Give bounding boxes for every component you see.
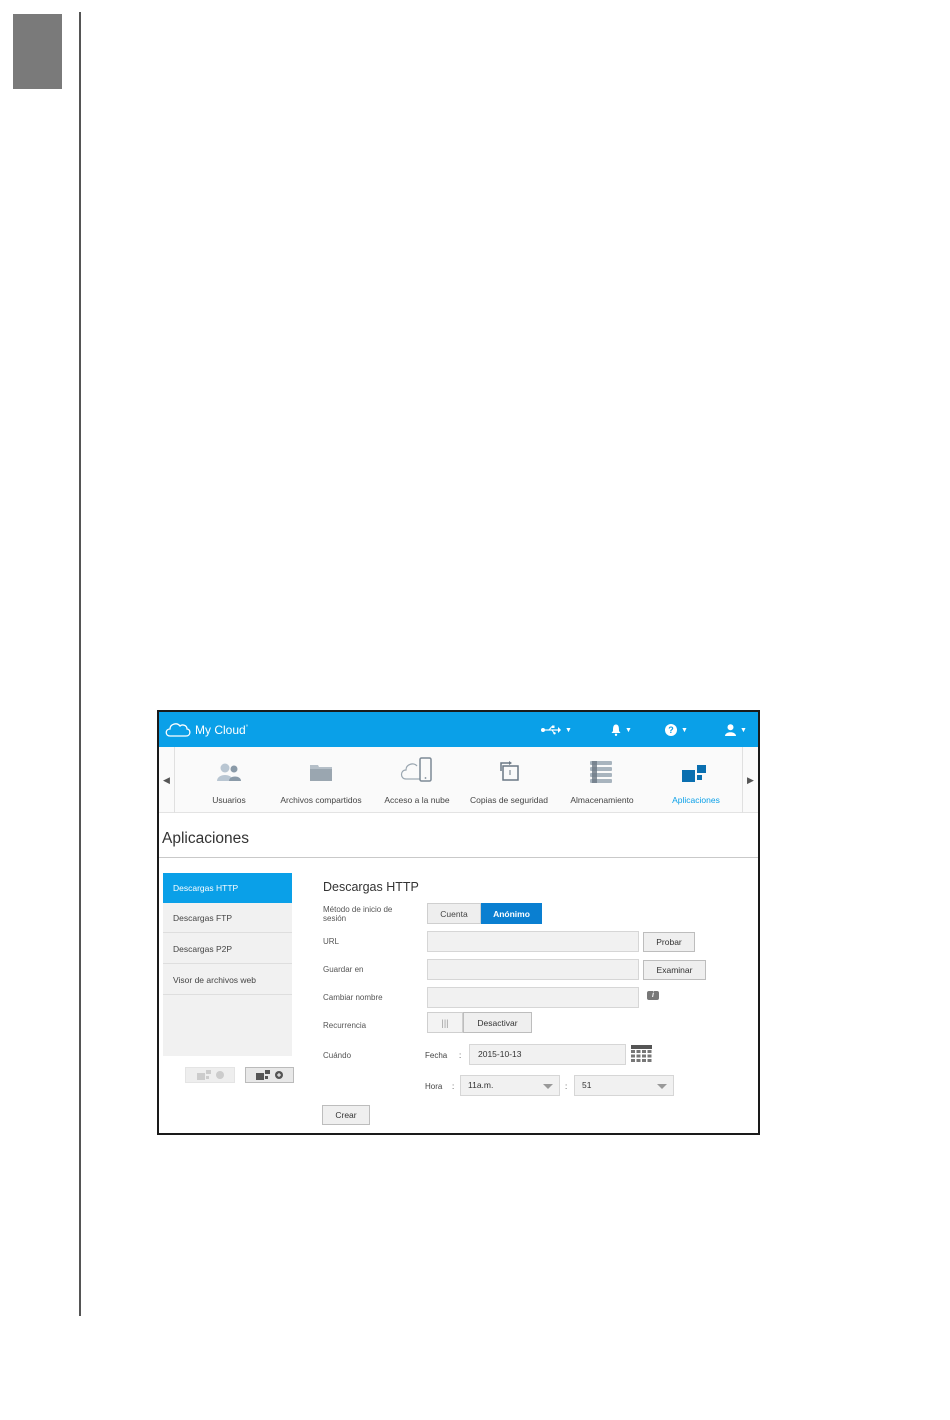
- chevron-right-icon: ▶: [747, 774, 754, 785]
- nav-item-archivos-compartidos[interactable]: Archivos compartidos: [273, 747, 369, 813]
- sidebar: Descargas HTTP Descargas FTP Descargas P…: [163, 873, 292, 1056]
- top-bar: My Cloud° ▼ ▼ ? ▼ ▼: [159, 712, 758, 747]
- user-menu[interactable]: ▼: [725, 722, 747, 738]
- nav-item-label: Archivos compartidos: [280, 795, 362, 805]
- bell-icon: [611, 724, 621, 736]
- date-colon: :: [459, 1051, 462, 1060]
- add-icon: [275, 1071, 283, 1079]
- form-title: Descargas HTTP: [323, 880, 419, 894]
- remove-app-button[interactable]: [185, 1067, 235, 1083]
- hour-select[interactable]: 11a.m.: [460, 1075, 560, 1096]
- nav-item-label: Acceso a la nube: [384, 795, 450, 805]
- chevron-down-icon: ▼: [625, 726, 632, 734]
- minute-colon: :: [565, 1082, 568, 1091]
- when-label: Cuándo: [323, 1051, 352, 1060]
- chevron-down-icon: ▼: [740, 726, 747, 734]
- info-icon[interactable]: i: [647, 991, 659, 1000]
- storage-icon: [590, 761, 612, 783]
- nav-item-almacenamiento[interactable]: Almacenamiento: [559, 747, 645, 813]
- date-input[interactable]: 2015-10-13: [469, 1044, 626, 1065]
- help-menu[interactable]: ? ▼: [665, 722, 688, 738]
- rename-input[interactable]: [427, 987, 639, 1008]
- chevron-down-icon: ▼: [681, 726, 688, 734]
- nav-item-label: Copias de seguridad: [470, 795, 548, 805]
- backup-icon: [500, 761, 519, 781]
- cloud-logo-icon: [165, 723, 191, 737]
- notifications-menu[interactable]: ▼: [611, 722, 632, 738]
- nav-scroll-right[interactable]: ▶: [742, 747, 758, 813]
- nav-scroll-left[interactable]: ◀: [159, 747, 175, 813]
- screenshot-frame: My Cloud° ▼ ▼ ? ▼ ▼ ◀ Usuarios Archivos …: [157, 710, 760, 1135]
- page-title: Aplicaciones: [162, 830, 250, 847]
- folder-icon: [310, 765, 332, 781]
- nav-item-label: Usuarios: [212, 795, 246, 805]
- brand-name[interactable]: My Cloud°: [195, 723, 248, 737]
- cloud-device-icon: [400, 757, 432, 782]
- nav-item-acceso-nube[interactable]: Acceso a la nube: [377, 747, 457, 813]
- nav-item-label: Aplicaciones: [672, 795, 720, 805]
- main-nav: ◀ Usuarios Archivos compartidos Acceso a…: [159, 747, 758, 813]
- date-label: Fecha: [425, 1051, 448, 1060]
- login-method-anonimo-option[interactable]: Anónimo: [481, 903, 542, 924]
- hour-select-value: 11a.m.: [468, 1080, 494, 1090]
- recurrence-toggle[interactable]: |||: [427, 1012, 463, 1033]
- apps-icon: [196, 1070, 211, 1080]
- create-button[interactable]: Crear: [322, 1105, 370, 1125]
- sidebar-item-descargas-http[interactable]: Descargas HTTP: [163, 873, 292, 903]
- minute-select-value: 51: [582, 1080, 592, 1090]
- apps-icon: [256, 1070, 270, 1080]
- nav-item-aplicaciones[interactable]: Aplicaciones: [655, 747, 737, 813]
- user-icon: [725, 724, 736, 736]
- save-to-input[interactable]: [427, 959, 639, 980]
- nav-item-usuarios[interactable]: Usuarios: [189, 747, 269, 813]
- sidebar-item-descargas-ftp[interactable]: Descargas FTP: [163, 903, 292, 933]
- nav-item-copias-seguridad[interactable]: Copias de seguridad: [465, 747, 553, 813]
- chevron-left-icon: ◀: [163, 774, 170, 785]
- apps-icon: [682, 765, 706, 782]
- users-icon: [217, 763, 241, 781]
- divider: [159, 857, 758, 858]
- remove-icon: [215, 1071, 224, 1079]
- minute-select[interactable]: 51: [574, 1075, 674, 1096]
- url-input[interactable]: [427, 931, 639, 952]
- browse-button[interactable]: Examinar: [643, 960, 706, 980]
- sidebar-item-descargas-p2p[interactable]: Descargas P2P: [163, 934, 292, 964]
- url-label: URL: [323, 937, 340, 946]
- sidebar-item-visor-archivos-web[interactable]: Visor de archivos web: [163, 965, 292, 995]
- chevron-down-icon: ▼: [565, 726, 572, 734]
- login-method-label: Método de inicio de sesión: [323, 905, 393, 923]
- help-icon: ?: [665, 724, 677, 736]
- add-app-button[interactable]: [245, 1067, 294, 1083]
- margin-line: [79, 12, 81, 1316]
- save-to-label: Guardar en: [323, 965, 364, 974]
- chevron-down-icon: [657, 1084, 667, 1089]
- usb-icon: [541, 725, 561, 735]
- rename-label: Cambiar nombre: [323, 993, 383, 1002]
- deactivate-button[interactable]: Desactivar: [463, 1012, 532, 1033]
- usb-menu[interactable]: ▼: [541, 722, 572, 738]
- calendar-icon[interactable]: [631, 1045, 652, 1065]
- login-method-cuenta-option[interactable]: Cuenta: [427, 903, 481, 924]
- toggle-handle-icon: |||: [441, 1017, 449, 1028]
- time-colon: :: [452, 1082, 455, 1091]
- time-label: Hora: [425, 1082, 443, 1091]
- nav-item-label: Almacenamiento: [570, 795, 634, 805]
- recurrence-label: Recurrencia: [323, 1021, 367, 1030]
- page-tab-marker: [13, 14, 62, 89]
- svg-text:?: ?: [668, 725, 674, 735]
- chevron-down-icon: [543, 1084, 553, 1089]
- test-button[interactable]: Probar: [643, 932, 695, 952]
